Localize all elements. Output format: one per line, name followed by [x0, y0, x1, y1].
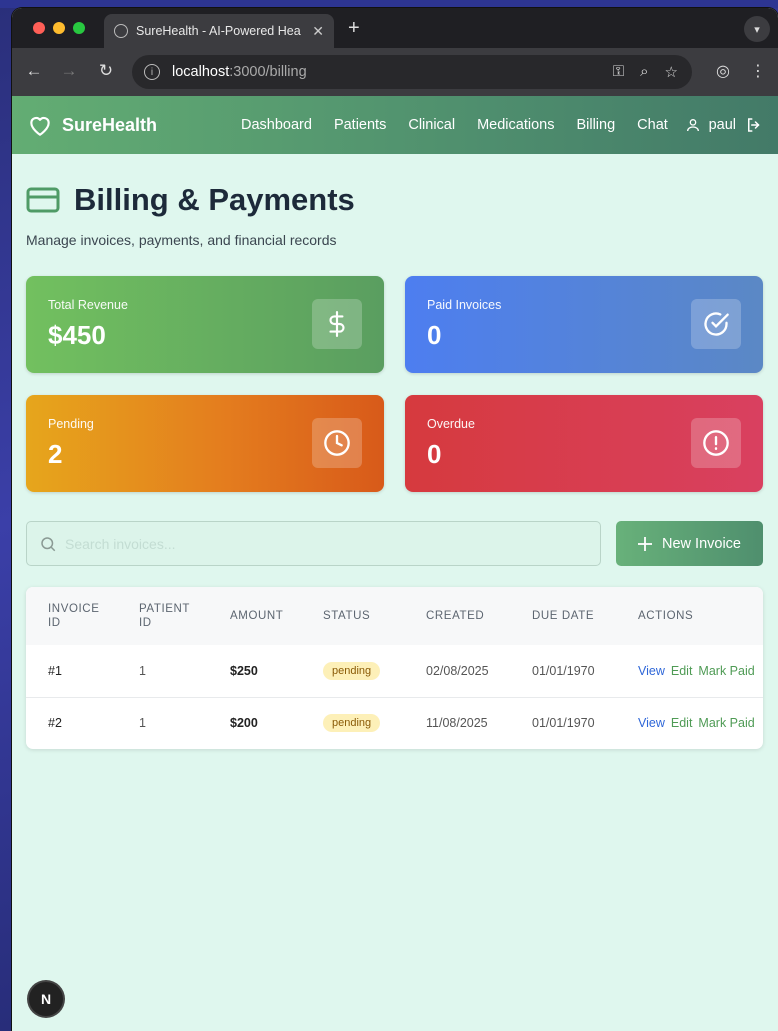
new-tab-button[interactable]: +	[348, 18, 360, 38]
browser-menu-icon[interactable]: ⋮	[750, 61, 766, 81]
check-circle-icon	[691, 299, 741, 349]
close-window-button[interactable]	[33, 22, 45, 34]
created-date: 02/08/2025	[426, 663, 489, 678]
globe-icon	[114, 24, 128, 38]
invoice-id: #1	[48, 663, 62, 678]
browser-tab[interactable]: SureHealth - AI-Powered Hea ✕	[104, 14, 334, 48]
created-date: 11/08/2025	[404, 696, 510, 749]
nav-link-patients[interactable]: Patients	[334, 117, 386, 133]
edit-link[interactable]: Edit	[671, 664, 693, 678]
credit-card-icon	[26, 187, 60, 213]
nav-link-medications[interactable]: Medications	[477, 117, 554, 133]
search-icon	[41, 536, 56, 551]
due-date: 01/01/1970	[510, 696, 616, 749]
desktop-background	[0, 0, 778, 8]
app-navbar: SureHealth Dashboard Patients Clinical M…	[12, 96, 778, 154]
nextjs-dev-badge[interactable]: N	[29, 982, 63, 1016]
heart-icon	[30, 116, 50, 136]
column-header: Patient ID	[139, 603, 190, 629]
nav-link-dashboard[interactable]: Dashboard	[241, 117, 312, 133]
search-input[interactable]	[65, 535, 565, 552]
mark-paid-link[interactable]: Mark Paid	[698, 664, 754, 678]
column-header: Due Date	[532, 610, 595, 622]
logout-icon[interactable]	[744, 116, 764, 134]
main-content: Billing & Payments Manage invoices, paym…	[12, 154, 778, 749]
username[interactable]: paul	[709, 117, 736, 133]
key-icon[interactable]: ⚿	[613, 63, 624, 81]
page-subtitle: Manage invoices, payments, and financial…	[26, 232, 337, 248]
new-invoice-button[interactable]: New Invoice	[616, 521, 763, 566]
new-invoice-label: New Invoice	[662, 535, 741, 552]
browser-window: SureHealth - AI-Powered Hea ✕ + ▾ ← → ↻ …	[12, 8, 778, 1031]
nav-link-clinical[interactable]: Clinical	[408, 117, 455, 133]
alert-circle-icon	[691, 418, 741, 468]
user-menu: paul	[685, 96, 764, 154]
page-title: Billing & Payments	[74, 182, 355, 217]
invoices-table-card: Invoice ID Patient ID Amount Status Crea…	[26, 587, 763, 749]
patient-id: 1	[117, 696, 208, 749]
status-badge: pending	[323, 714, 381, 733]
column-header: Actions	[638, 610, 694, 622]
column-header: Status	[323, 610, 371, 622]
table-row: #1 1 $250 pending 02/08/2025 01/01/1970 …	[26, 645, 763, 697]
table-header-row: Invoice ID Patient ID Amount Status Crea…	[26, 587, 763, 645]
stat-card-overdue: Overdue 0	[405, 395, 763, 492]
url-host: localhost	[172, 64, 230, 80]
stats-grid: Total Revenue $450 Paid Invoices 0 Pendi…	[26, 276, 764, 492]
invoices-table: Invoice ID Patient ID Amount Status Crea…	[26, 587, 763, 749]
invoice-id: #2	[26, 696, 117, 749]
reload-icon[interactable]: ↻	[95, 61, 117, 81]
table-row: #2 1 $200 pending 11/08/2025 01/01/1970 …	[26, 696, 763, 749]
tab-strip: SureHealth - AI-Powered Hea ✕ + ▾	[12, 8, 778, 48]
edit-link[interactable]: Edit	[671, 716, 693, 730]
brand[interactable]: SureHealth	[26, 112, 157, 138]
forward-icon[interactable]: →	[58, 61, 80, 81]
nav-link-chat[interactable]: Chat	[637, 117, 668, 133]
column-header: Invoice ID	[48, 603, 100, 629]
address-bar[interactable]: i localhost:3000/billing ⚿ ⌕ ☆	[132, 55, 692, 89]
view-link[interactable]: View	[638, 716, 665, 730]
amount: $250	[230, 663, 258, 678]
tab-search-button[interactable]: ▾	[744, 16, 770, 42]
mark-paid-link[interactable]: Mark Paid	[698, 716, 754, 730]
site-info-icon[interactable]: i	[144, 64, 160, 80]
url-path: :3000/billing	[229, 64, 307, 80]
due-date: 01/01/1970	[532, 663, 595, 678]
stat-card-pending: Pending 2	[26, 395, 384, 492]
page-header: Billing & Payments	[26, 182, 764, 218]
nav-link-billing[interactable]: Billing	[576, 117, 615, 133]
back-icon[interactable]: ←	[23, 61, 45, 81]
minimize-window-button[interactable]	[53, 22, 65, 34]
stat-card-paid-invoices: Paid Invoices 0	[405, 276, 763, 373]
amount: $200	[208, 696, 301, 749]
user-icon	[686, 119, 699, 132]
zoom-icon[interactable]: ⌕	[640, 63, 648, 81]
status-cell: pending	[301, 645, 404, 697]
column-header: Created	[426, 610, 485, 622]
patient-id: 1	[139, 663, 146, 678]
close-tab-icon[interactable]: ✕	[312, 23, 324, 40]
stat-card-total-revenue: Total Revenue $450	[26, 276, 384, 373]
browser-toolbar: ← → ↻ i localhost:3000/billing ⚿ ⌕ ☆ ◎ ⋮	[12, 48, 778, 96]
plus-icon	[638, 536, 652, 551]
window-controls	[33, 22, 85, 34]
maximize-window-button[interactable]	[73, 22, 85, 34]
dollar-icon	[312, 299, 362, 349]
nav-links: Dashboard Patients Clinical Medications …	[241, 96, 668, 154]
tab-title: SureHealth - AI-Powered Hea	[136, 24, 301, 38]
view-link[interactable]: View	[638, 664, 665, 678]
profile-icon[interactable]: ◎	[716, 61, 730, 81]
row-actions: View Edit Mark Paid	[616, 696, 763, 749]
invoice-actions-row: New Invoice	[26, 521, 764, 566]
brand-name: SureHealth	[62, 114, 158, 135]
bookmark-star-icon[interactable]: ☆	[665, 63, 678, 81]
clock-icon	[312, 418, 362, 468]
status-badge: pending	[323, 661, 381, 680]
status-cell: pending	[301, 696, 404, 749]
column-header: Amount	[230, 610, 284, 622]
row-actions: View Edit Mark Paid	[616, 645, 763, 697]
search-box	[26, 521, 601, 566]
